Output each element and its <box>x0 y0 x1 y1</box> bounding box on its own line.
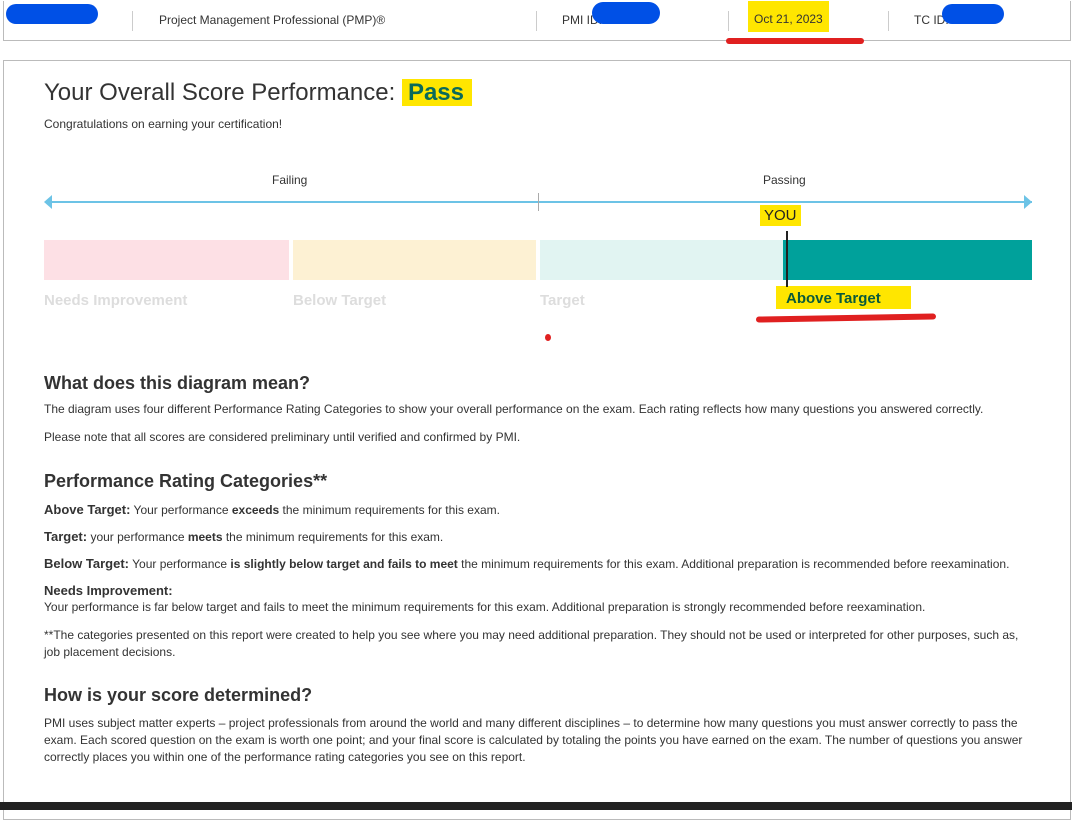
meaning-text-2: Please note that all scores are consider… <box>44 430 521 444</box>
label-target: Target <box>540 292 585 309</box>
you-marker-label: YOU <box>760 205 801 226</box>
exam-header-bar: Project Management Professional (PMP)® P… <box>3 1 1071 44</box>
meaning-text-1: The diagram uses four different Performa… <box>44 402 984 416</box>
label-below-target: Below Target <box>293 292 387 309</box>
page-title: Your Overall Score Performance: Pass <box>44 79 473 107</box>
rating-target: Target: your performance meets the minim… <box>44 528 1034 546</box>
label-above-target: Above Target <box>776 286 911 309</box>
segment-below-target <box>293 240 536 280</box>
failing-label: Failing <box>272 173 308 187</box>
congrats-text: Congratulations on earning your certific… <box>44 117 283 131</box>
redaction <box>6 4 98 24</box>
exam-date: Oct 21, 2023 <box>748 1 829 32</box>
segment-above-target <box>783 240 1032 280</box>
divider <box>132 11 133 31</box>
divider <box>888 11 889 31</box>
text: meets <box>187 530 223 544</box>
rating-needs-improvement-term: Needs Improvement: <box>44 583 173 598</box>
label-needs-improvement: Needs Improvement <box>44 292 188 309</box>
text: the minimum requirements for this exam. <box>222 530 444 544</box>
ratings-footnote: **The categories presented on this repor… <box>44 628 1019 659</box>
score-report-card: Your Overall Score Performance: Pass Con… <box>3 60 1071 820</box>
score-title: Your Overall Score Performance: <box>44 79 396 106</box>
scale-axis <box>46 201 1032 203</box>
determined-text: PMI uses subject matter experts – projec… <box>44 716 1023 764</box>
text: is slightly below target and fails to me… <box>230 557 458 571</box>
determined-heading: How is your score determined? <box>44 685 313 705</box>
arrow-right-icon <box>1024 195 1032 209</box>
term: Below Target: <box>44 556 129 571</box>
bottom-bar <box>0 802 1072 810</box>
rating-above-target: Above Target: Your performance exceeds t… <box>44 501 1034 519</box>
divider <box>536 11 537 31</box>
meaning-heading: What does this diagram mean? <box>44 373 311 393</box>
term: Target: <box>44 529 88 544</box>
text: Your performance <box>130 503 232 517</box>
segment-needs-improvement <box>44 240 289 280</box>
ratings-heading: Performance Rating Categories** <box>44 471 328 491</box>
text: your performance <box>87 530 188 544</box>
term: Above Target: <box>44 502 131 517</box>
pass-threshold-tick <box>538 193 539 211</box>
passing-label: Passing <box>763 173 806 187</box>
you-marker-line <box>786 231 788 287</box>
certification-name: Project Management Professional (PMP)® <box>159 13 386 27</box>
segment-target <box>540 240 783 280</box>
text: exceeds <box>231 503 280 517</box>
rating-needs-improvement-text: Your performance is far below target and… <box>44 600 926 614</box>
text: the minimum requirements for this exam. … <box>457 557 1010 571</box>
rating-below-target: Below Target: Your performance is slight… <box>44 555 1034 573</box>
text: Your performance <box>129 557 231 571</box>
arrow-left-icon <box>44 195 52 209</box>
annotation-underline <box>755 313 937 323</box>
redaction <box>942 4 1004 24</box>
divider <box>728 11 729 31</box>
text: the minimum requirements for this exam. <box>279 503 500 517</box>
annotation-underline <box>726 38 864 44</box>
annotation-dot <box>545 334 551 341</box>
redaction <box>592 2 660 24</box>
pass-result: Pass <box>401 79 473 106</box>
